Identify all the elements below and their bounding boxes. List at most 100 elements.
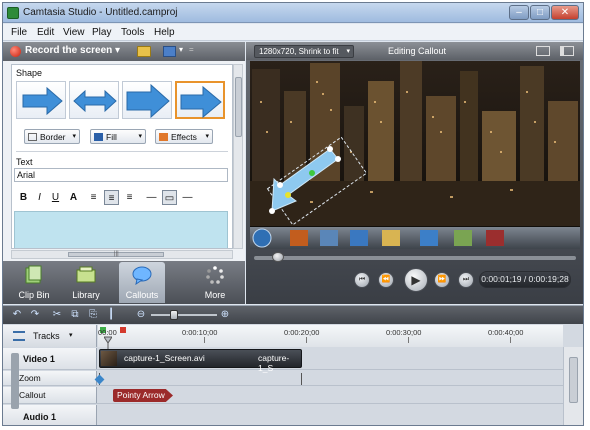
time-ruler[interactable]: 00:00 0:00:10;00 0:00:20;00 0:00:30;00 0… (98, 325, 563, 349)
align-left-icon[interactable]: ≡ (86, 190, 101, 205)
fill-bucket-icon (94, 133, 103, 141)
camtasia-app-icon (7, 7, 19, 19)
valign-top-icon[interactable]: — (144, 190, 159, 205)
align-right-icon[interactable]: ≡ (122, 190, 137, 205)
window-title: Camtasia Studio - Untitled.camproj (23, 7, 178, 18)
record-dropdown-arrow[interactable]: ▾ (115, 45, 120, 56)
border-dropdown[interactable]: Border ▾ (24, 129, 80, 144)
seek-thumb[interactable] (272, 252, 284, 262)
shape-section-label: Shape (16, 68, 43, 78)
task-panel: Record the screen ▾ ▾ = Shape Border ▾ F… (3, 42, 245, 304)
record-screen-button[interactable]: Record the screen ▾ (25, 45, 120, 56)
resolution-dropdown[interactable]: 1280x720, Shrink to fit ▾ (254, 45, 354, 58)
seek-bar[interactable] (254, 256, 576, 260)
timeline-panel: ↶ ↷ ✂ ⧉ ⎘ ┃ ⊖ ⊕ Tracks ▾ 00:00 0:00:10;0… (3, 305, 583, 425)
zoom-slider-track[interactable] (151, 314, 217, 316)
selected-arrow-icon (180, 85, 222, 119)
menu-edit[interactable]: Edit (37, 27, 54, 38)
maximize-button[interactable]: □ (530, 5, 550, 20)
record-toolbar: Record the screen ▾ ▾ = (3, 42, 245, 61)
text-format-toolbar: B I U A ≡ ≡ ≡ — ▭ — (14, 189, 228, 207)
zoom-out-icon[interactable]: ⊖ (135, 309, 147, 321)
close-button[interactable]: ✕ (551, 5, 579, 20)
effects-dropdown-arrow: ▾ (205, 133, 209, 140)
callouts-icon (132, 266, 152, 285)
audio-track-label: Audio 1 (23, 412, 56, 422)
cut-icon[interactable]: ✂ (51, 309, 63, 321)
play-button[interactable]: ▶ (404, 268, 428, 292)
callout-track-row: Callout Pointy Arrow (3, 387, 563, 404)
menu-play[interactable]: Play (92, 27, 111, 38)
zoom-in-icon[interactable]: ⊕ (219, 309, 231, 321)
produce-share-icon[interactable] (163, 46, 176, 57)
font-selector[interactable]: Arial (14, 168, 228, 182)
shape-double-arrow[interactable] (69, 81, 119, 119)
paste-icon[interactable]: ⎘ (87, 309, 99, 321)
clip-bin-icon (25, 265, 42, 284)
callout-clip-label: Pointy Arrow (117, 390, 165, 400)
library-icon (76, 266, 96, 283)
callout-clip[interactable]: Pointy Arrow (113, 389, 173, 402)
selection-end-marker[interactable] (120, 327, 126, 333)
video-preview-canvas[interactable] (250, 61, 580, 249)
video-clip[interactable]: capture-1_Screen.avi capture-1_S (99, 349, 302, 373)
callout-text-input[interactable] (14, 211, 228, 248)
scroll-thumb[interactable] (569, 357, 578, 403)
menu-help[interactable]: Help (154, 27, 175, 38)
tab-more[interactable]: More (192, 262, 238, 303)
record-icon[interactable] (10, 46, 21, 57)
import-media-icon[interactable] (137, 46, 151, 57)
ruler-tick (204, 337, 205, 343)
ruler-label: 0:00:10;00 (182, 328, 218, 337)
customize-toolbar-icon[interactable]: = (189, 45, 194, 54)
menu-file[interactable]: File (11, 27, 27, 38)
timeline-vertical-scrollbar[interactable] (563, 347, 583, 425)
panel-vertical-scrollbar[interactable] (233, 64, 243, 249)
split-icon[interactable]: ┃ (105, 309, 117, 321)
effects-dropdown[interactable]: Effects ▾ (155, 129, 213, 144)
detach-preview-icon[interactable] (560, 46, 574, 56)
tab-library[interactable]: Library (63, 262, 109, 303)
menu-view[interactable]: View (63, 27, 85, 38)
track-group-handle[interactable] (11, 353, 19, 409)
valign-bottom-icon[interactable]: — (180, 190, 195, 205)
previous-clip-button[interactable]: ⏮ (354, 272, 370, 288)
shape-arrow-right-bold[interactable] (122, 81, 172, 119)
produce-dropdown-arrow[interactable]: ▾ (179, 45, 183, 54)
tab-callouts[interactable]: Callouts (119, 262, 165, 303)
align-center-icon[interactable]: ≡ (104, 190, 119, 205)
record-label: Record the screen (25, 45, 113, 56)
clip-name-repeat: capture-1_S (258, 353, 290, 373)
copy-icon[interactable]: ⧉ (69, 309, 81, 321)
shape-arrow-right-selected[interactable] (175, 81, 225, 119)
underline-button[interactable]: U (48, 190, 63, 205)
fill-dropdown[interactable]: Fill ▾ (90, 129, 146, 144)
clip-thumbnail (101, 351, 117, 366)
shape-arrow-right[interactable] (16, 81, 66, 119)
undo-icon[interactable]: ↶ (11, 309, 23, 321)
zoom-slider-thumb[interactable] (170, 310, 178, 320)
tab-label: Clip Bin (18, 290, 50, 300)
ruler-label: 0:00:30;00 (386, 328, 422, 337)
next-clip-button[interactable]: ⏭ (458, 272, 474, 288)
font-color-button[interactable]: A (66, 190, 81, 205)
tracks-menu[interactable]: Tracks ▾ (3, 325, 97, 347)
menu-tools[interactable]: Tools (121, 27, 144, 38)
valign-middle-icon[interactable]: ▭ (162, 190, 177, 205)
preview-panel: 1280x720, Shrink to fit ▾ Editing Callou… (246, 42, 583, 304)
title-bar[interactable]: Camtasia Studio - Untitled.camproj – □ ✕ (3, 3, 583, 23)
redo-icon[interactable]: ↷ (29, 309, 41, 321)
menu-bar: File Edit View Play Tools Help (3, 24, 583, 59)
italic-button[interactable]: I (32, 190, 47, 205)
scroll-thumb[interactable]: ||| (68, 251, 164, 257)
bold-button[interactable]: B (16, 190, 31, 205)
rewind-button[interactable]: ⏪ (378, 272, 394, 288)
minimize-button[interactable]: – (509, 5, 529, 20)
panel-horizontal-scrollbar[interactable]: ||| (11, 250, 233, 259)
fast-forward-button[interactable]: ⏩ (434, 272, 450, 288)
zoom-animation-clip[interactable] (94, 373, 302, 385)
tab-clip-bin[interactable]: Clip Bin (11, 262, 57, 303)
fit-to-screen-icon[interactable] (536, 46, 550, 56)
scroll-thumb[interactable] (235, 77, 242, 137)
ruler-label: 0:00:40;00 (488, 328, 524, 337)
